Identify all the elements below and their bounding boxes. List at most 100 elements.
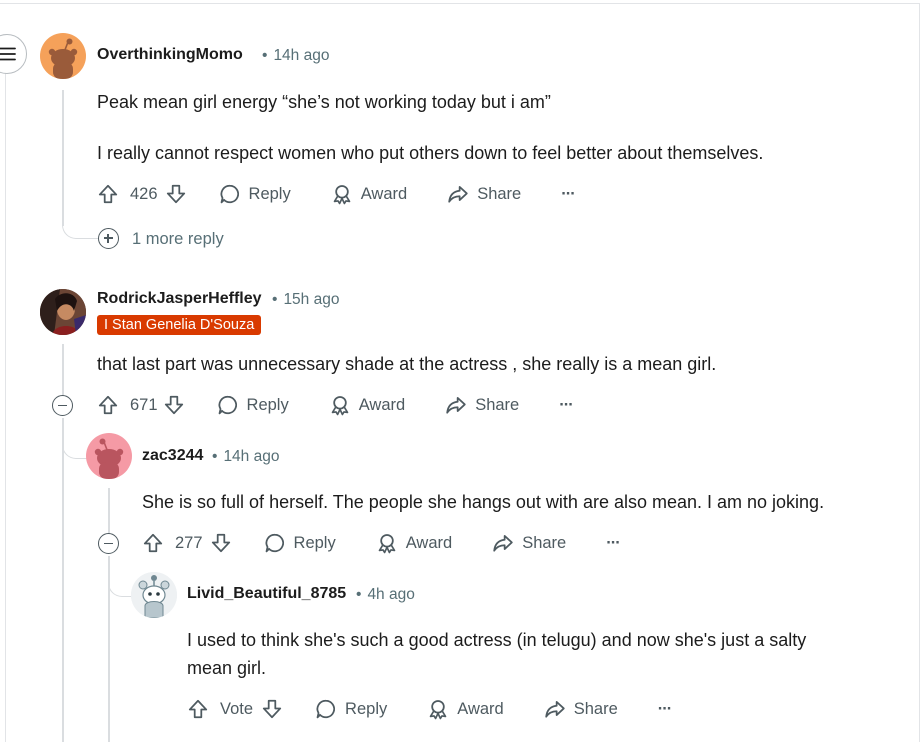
timestamp: 14h ago (223, 448, 280, 465)
comment-body: She is so full of herself. The people sh… (142, 492, 825, 512)
reply-icon (264, 532, 286, 554)
award-label: Award (457, 699, 504, 718)
upvote-button[interactable] (187, 698, 209, 720)
reply-label: Reply (293, 533, 336, 552)
overflow-icon: ··· (606, 533, 621, 552)
comment-actions: 426 Reply Award Share ··· (97, 179, 576, 209)
comment-body: that last part was unnecessary shade at … (97, 354, 717, 374)
award-icon (376, 532, 398, 554)
upvote-icon (187, 698, 209, 720)
comment-meta: • 15h ago (272, 291, 340, 308)
avatar-zac3244[interactable] (86, 433, 132, 479)
share-label: Share (573, 699, 618, 718)
comment-body: I really cannot respect women who put ot… (97, 143, 764, 163)
expand-replies-icon[interactable] (98, 228, 119, 249)
timestamp: 14h ago (273, 47, 330, 64)
upvote-button[interactable] (142, 532, 164, 554)
award-button[interactable]: Award (331, 183, 407, 205)
comment-body: I used to think she's such a good actres… (187, 630, 807, 650)
overflow-icon: ··· (657, 699, 673, 718)
thread-line (108, 488, 110, 534)
downvote-button[interactable] (165, 183, 187, 205)
share-label: Share (477, 184, 522, 203)
hamburger-icon (0, 47, 16, 61)
more-replies-link[interactable]: 1 more reply (132, 230, 224, 249)
award-label: Award (360, 184, 408, 203)
user-flair: I Stan Genelia D'Souza (97, 315, 262, 335)
comment-author[interactable]: RodrickJasperHeffley (97, 290, 262, 308)
downvote-button[interactable] (163, 394, 185, 416)
award-button[interactable]: Award (427, 698, 504, 720)
upvote-icon (97, 183, 119, 205)
thread-line (62, 344, 64, 396)
award-button[interactable]: Award (329, 394, 405, 416)
reply-button[interactable]: Reply (217, 394, 289, 416)
upvote-icon (142, 532, 164, 554)
vote-label: Vote (220, 699, 254, 718)
reply-button[interactable]: Reply (264, 532, 336, 554)
avatar-rodrickjasperheffley[interactable] (40, 289, 86, 335)
menu-button[interactable] (0, 34, 27, 74)
share-button[interactable]: Share (445, 394, 519, 416)
snoo-avatar-icon (48, 38, 78, 79)
avatar-livid-beautiful-8785[interactable] (131, 572, 177, 618)
reply-label: Reply (246, 395, 289, 414)
comment-body: mean girl. (187, 658, 267, 678)
overflow-menu-button[interactable]: ··· (657, 699, 673, 719)
comment-author[interactable]: zac3244 (142, 447, 203, 465)
share-icon (447, 183, 469, 205)
award-icon (427, 698, 449, 720)
upvote-icon (97, 394, 119, 416)
reply-label: Reply (345, 699, 388, 718)
comment-actions: Vote Reply Award Share ··· (187, 694, 673, 724)
upvote-button[interactable] (97, 394, 119, 416)
reply-button[interactable]: Reply (219, 183, 291, 205)
vote-count: 426 (130, 184, 158, 203)
downvote-icon (261, 698, 283, 720)
share-button[interactable]: Share (544, 698, 618, 720)
comment-author[interactable]: OverthinkingMomo (97, 46, 243, 64)
thread-connector (62, 200, 99, 239)
thread-line (62, 418, 64, 742)
overflow-icon: ··· (561, 184, 576, 203)
award-label: Award (358, 395, 406, 414)
reply-icon (217, 394, 239, 416)
overflow-menu-button[interactable]: ··· (606, 533, 621, 553)
award-button[interactable]: Award (376, 532, 452, 554)
comment-meta: • 4h ago (356, 586, 415, 603)
overflow-menu-button[interactable]: ··· (561, 184, 576, 204)
share-button[interactable]: Share (447, 183, 521, 205)
downvote-icon (163, 394, 185, 416)
timestamp: 4h ago (367, 586, 415, 603)
overflow-menu-button[interactable]: ··· (559, 395, 574, 415)
upvote-button[interactable] (97, 183, 119, 205)
reply-button[interactable]: Reply (315, 698, 387, 720)
overflow-icon: ··· (559, 395, 574, 414)
share-icon (492, 532, 514, 554)
vote-count: 671 (130, 395, 158, 414)
comment-author[interactable]: Livid_Beautiful_8785 (187, 585, 346, 603)
collapse-thread-button[interactable] (52, 395, 73, 416)
vote-count: 277 (175, 533, 203, 552)
award-icon (329, 394, 351, 416)
downvote-button[interactable] (210, 532, 232, 554)
downvote-icon (165, 183, 187, 205)
share-icon (445, 394, 467, 416)
share-label: Share (522, 533, 567, 552)
timestamp: 15h ago (283, 291, 340, 308)
collapse-thread-button[interactable] (98, 533, 119, 554)
left-rail (5, 60, 6, 742)
reply-label: Reply (248, 184, 291, 203)
comment-body: Peak mean girl energy “she’s not working… (97, 92, 551, 112)
reply-icon (315, 698, 337, 720)
share-icon (544, 698, 566, 720)
avatar-overthinkingmomo[interactable] (40, 33, 86, 79)
snoo-avatar-icon (94, 438, 124, 479)
reply-icon (219, 183, 241, 205)
award-icon (331, 183, 353, 205)
downvote-button[interactable] (261, 698, 283, 720)
top-border (0, 3, 920, 4)
downvote-icon (210, 532, 232, 554)
share-button[interactable]: Share (492, 532, 566, 554)
comment-meta: • 14h ago (212, 448, 280, 465)
